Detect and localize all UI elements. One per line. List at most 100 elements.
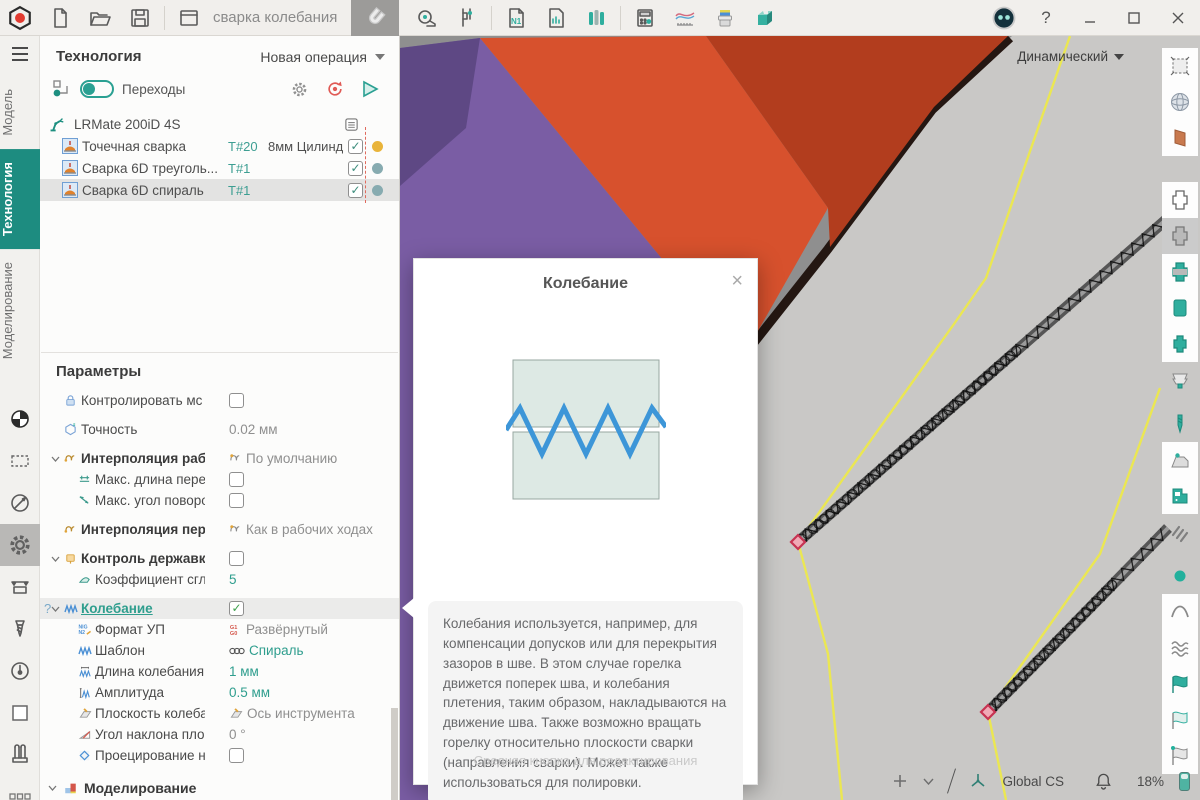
param-row[interactable]: Интерполяция пер Как в рабочих ходах [40, 519, 399, 540]
report-button[interactable] [536, 0, 576, 36]
param-checkbox[interactable] [229, 601, 244, 616]
modeling-section-header[interactable]: Моделирование [40, 776, 399, 800]
bell-icon[interactable] [1095, 772, 1112, 790]
help-icon[interactable]: ? [44, 601, 51, 616]
chevron-down-icon[interactable] [48, 456, 62, 462]
chevron-down-icon[interactable] [923, 778, 934, 785]
chevron-down-icon[interactable] [48, 556, 62, 562]
param-row[interactable]: Длина колебания 1 мм [40, 661, 399, 682]
viewport-3d[interactable]: Динамический [400, 36, 1200, 800]
tree-row-operation[interactable]: Точечная сварка T#20 8мм Цилинд [40, 135, 399, 157]
param-checkbox[interactable] [229, 551, 244, 566]
robot-assistant-button[interactable] [984, 0, 1024, 36]
compass-icon[interactable] [0, 482, 40, 524]
postprocessor-button[interactable] [1162, 478, 1198, 514]
measure-tape-button[interactable] [407, 0, 447, 36]
maximize-button[interactable] [1112, 0, 1156, 36]
tool-layers-button[interactable] [1162, 362, 1198, 398]
sphere-view-button[interactable] [1162, 84, 1198, 120]
scrollbar[interactable] [391, 708, 398, 800]
help-button[interactable]: ? [1024, 0, 1068, 36]
nc-program-button[interactable]: N1 [496, 0, 536, 36]
magnet-snap-button[interactable] [351, 0, 399, 36]
param-row[interactable]: Коэффициент сгла 5 [40, 569, 399, 590]
param-row[interactable]: Контролировать мс [40, 390, 399, 411]
operation-checkbox[interactable] [348, 139, 363, 154]
tab-technology[interactable]: Технология [0, 149, 40, 249]
graphs-button[interactable] [665, 0, 705, 36]
tool-teal-button[interactable] [1162, 326, 1198, 362]
param-row-oscillation[interactable]: ? Колебание [40, 598, 399, 619]
point-mode-button[interactable] [1162, 558, 1198, 594]
param-row[interactable]: Шаблон Спираль [40, 640, 399, 661]
tree-row-operation-selected[interactable]: Сварка 6D спираль T#1 [40, 179, 399, 201]
param-checkbox[interactable] [229, 493, 244, 508]
param-row[interactable]: Точность 0.02 мм [40, 419, 399, 440]
settings-gear-icon[interactable] [0, 524, 40, 566]
close-button[interactable] [1156, 0, 1200, 36]
param-row[interactable]: Макс. длина пере [40, 469, 399, 490]
tools-library-button[interactable] [576, 0, 616, 36]
part-check-button[interactable] [1162, 442, 1198, 478]
minimize-button[interactable] [1068, 0, 1112, 36]
new-document-button[interactable] [40, 0, 80, 36]
fit-view-button[interactable] [1162, 48, 1198, 84]
tool-outline-button[interactable] [1162, 182, 1198, 218]
calculator-button[interactable] [625, 0, 665, 36]
more-items-icon[interactable] [0, 776, 40, 800]
play-simulation-button[interactable] [361, 80, 379, 98]
param-row[interactable]: Контроль державк [40, 548, 399, 569]
gauge-icon[interactable] [0, 650, 40, 692]
param-row[interactable]: Амплитуда 0.5 мм [40, 682, 399, 703]
cs-label[interactable]: Global CS [1002, 774, 1064, 789]
chevron-down-icon[interactable] [48, 785, 57, 791]
flag-light-button[interactable] [1162, 702, 1198, 738]
drill-button[interactable] [1162, 406, 1198, 442]
zoom-level[interactable]: 18% [1137, 774, 1164, 789]
view-mode-dropdown[interactable]: Динамический [1017, 49, 1124, 64]
tool-cylinder-button[interactable] [1162, 290, 1198, 326]
caliper-button[interactable] [447, 0, 487, 36]
transitions-toggle[interactable] [80, 80, 114, 98]
recalculate-icon[interactable] [325, 79, 345, 99]
param-value: Как в рабочих ходах [246, 522, 373, 537]
param-row[interactable]: Плоскость колеба Ось инструмента [40, 703, 399, 724]
tool-teal-band-button[interactable] [1162, 254, 1198, 290]
clamp-icon[interactable] [0, 734, 40, 776]
machining-stack-button[interactable] [705, 0, 745, 36]
scrollbar-thumb[interactable] [391, 708, 398, 800]
param-row[interactable]: Макс. угол поворо [40, 490, 399, 511]
hatch-lines-button[interactable] [1162, 514, 1198, 550]
workpiece-select-icon[interactable] [0, 440, 40, 482]
param-checkbox[interactable] [229, 748, 244, 763]
open-project-button[interactable] [80, 0, 120, 36]
operation-settings-gear-icon[interactable] [290, 80, 309, 99]
tab-simulation[interactable]: Моделирование [0, 249, 40, 372]
tool-icon[interactable] [0, 608, 40, 650]
param-row[interactable]: NIGN2 Формат УП G1G0 Развёрнутый [40, 619, 399, 640]
add-cs-icon[interactable] [892, 773, 908, 789]
operation-checkbox[interactable] [348, 183, 363, 198]
waves-mode-button[interactable] [1162, 630, 1198, 666]
new-operation-dropdown[interactable]: Новая операция [260, 49, 385, 65]
blank-square-icon[interactable] [0, 692, 40, 734]
param-checkbox[interactable] [229, 472, 244, 487]
param-row[interactable]: Угол наклона плос 0 ° [40, 724, 399, 745]
operation-checkbox[interactable] [348, 161, 363, 176]
tab-model[interactable]: Модель [0, 76, 40, 149]
flag-filled-button[interactable] [1162, 666, 1198, 702]
close-icon[interactable]: × [731, 271, 743, 291]
workpiece-box-button[interactable] [745, 0, 785, 36]
cs-origin-icon[interactable] [0, 398, 40, 440]
tree-row-operation[interactable]: Сварка 6D треуголь... T#1 [40, 157, 399, 179]
tool-gray-button[interactable] [1162, 218, 1198, 254]
param-row[interactable]: Проецирование на [40, 745, 399, 766]
press-icon[interactable] [0, 566, 40, 608]
menu-icon[interactable] [0, 46, 40, 62]
param-checkbox[interactable] [229, 393, 244, 408]
curve-mode-button[interactable] [1162, 594, 1198, 630]
sheet-face-button[interactable] [1162, 120, 1198, 156]
param-row[interactable]: Интерполяция раб По умолчанию [40, 448, 399, 469]
tree-row-robot[interactable]: LRMate 200iD 4S [40, 113, 399, 135]
save-project-button[interactable] [120, 0, 160, 36]
